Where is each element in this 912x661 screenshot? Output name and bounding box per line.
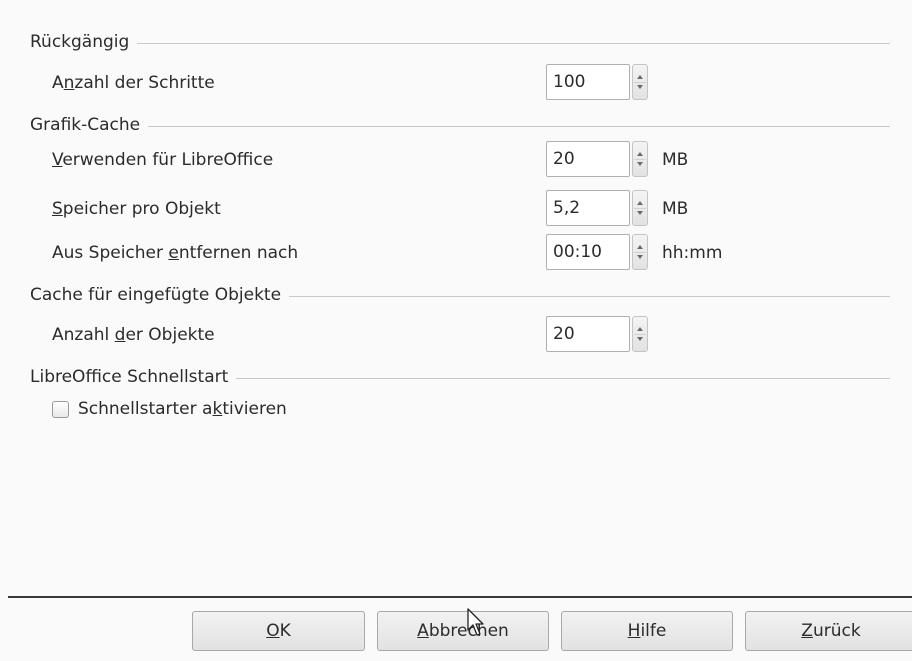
memory-per-object-field[interactable]: 5,2 [546, 190, 630, 226]
undo-steps-field[interactable]: 100 [546, 64, 630, 100]
spin-up-icon[interactable] [637, 75, 643, 79]
section-divider [289, 295, 890, 297]
graphics-cache-section-title: Grafik-Cache [30, 115, 141, 135]
help-button[interactable]: Hilfe [561, 611, 733, 651]
quickstart-section-header: LibreOffice Schnellstart [30, 366, 890, 388]
spin-up-icon[interactable] [637, 201, 643, 205]
undo-steps-spin-buttons[interactable] [632, 64, 648, 100]
object-cache-section-title: Cache für eingefügte Objekte [30, 285, 282, 305]
memory-per-object-spinbox[interactable]: 5,2 [546, 190, 650, 228]
use-for-libreoffice-spin-buttons[interactable] [632, 141, 648, 177]
undo-steps-spinbox[interactable]: 100 [546, 64, 650, 102]
spin-up-icon[interactable] [637, 327, 643, 331]
checkbox-unchecked-icon[interactable] [52, 400, 69, 418]
remove-from-memory-spin-buttons[interactable] [632, 234, 648, 270]
memory-per-object-spin-buttons[interactable] [632, 190, 648, 226]
cancel-button[interactable]: Abbrechen [377, 611, 549, 651]
spin-up-icon[interactable] [637, 245, 643, 249]
spin-down-icon[interactable] [637, 211, 643, 215]
object-count-spin-buttons[interactable] [632, 316, 648, 352]
mouse-pointer-icon [467, 608, 484, 636]
spin-down-icon[interactable] [637, 255, 643, 259]
remove-from-memory-spinbox[interactable]: 00:10 [546, 234, 650, 272]
use-for-libreoffice-label: Verwenden für LibreOffice [52, 150, 274, 170]
spin-down-icon[interactable] [637, 85, 643, 89]
undo-steps-label: Anzahl der Schritte [52, 73, 215, 93]
quickstart-checkbox-label[interactable]: Schnellstarter aktivieren [78, 399, 287, 419]
section-divider [137, 42, 890, 44]
back-button[interactable]: Zurück [745, 611, 912, 651]
ok-button[interactable]: OK [192, 611, 365, 651]
undo-section-header: Rückgängig [30, 31, 890, 53]
remove-from-memory-label: Aus Speicher entfernen nach [52, 243, 299, 263]
object-count-label: Anzahl der Objekte [52, 325, 215, 345]
spin-down-icon[interactable] [637, 162, 643, 166]
memory-per-object-label: Speicher pro Objekt [52, 199, 221, 219]
button-bar-divider [8, 596, 912, 598]
use-for-libreoffice-spinbox[interactable]: 20 [546, 141, 650, 179]
quickstart-checkbox[interactable]: Schnellstarter aktivieren [52, 397, 287, 421]
section-divider [236, 377, 890, 379]
section-divider [148, 125, 890, 127]
use-for-libreoffice-unit: MB [662, 150, 689, 170]
quickstart-section-title: LibreOffice Schnellstart [30, 367, 229, 387]
use-for-libreoffice-field[interactable]: 20 [546, 141, 630, 177]
remove-from-memory-unit: hh:mm [662, 243, 723, 263]
object-cache-section-header: Cache für eingefügte Objekte [30, 284, 890, 306]
object-count-field[interactable]: 20 [546, 316, 630, 352]
spin-up-icon[interactable] [637, 152, 643, 156]
object-count-spinbox[interactable]: 20 [546, 316, 650, 354]
remove-from-memory-field[interactable]: 00:10 [546, 234, 630, 270]
graphics-cache-section-header: Grafik-Cache [30, 114, 890, 136]
spin-down-icon[interactable] [637, 337, 643, 341]
memory-per-object-unit: MB [662, 199, 689, 219]
undo-section-title: Rückgängig [30, 32, 130, 52]
